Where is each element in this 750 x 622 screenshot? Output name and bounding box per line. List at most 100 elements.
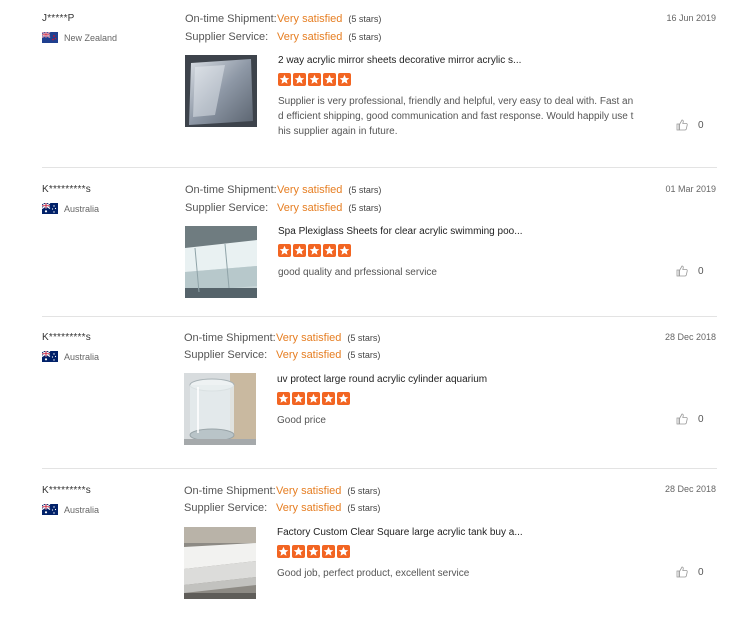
supplier-service-metric: Supplier Service: Very satisfied (5 stars) [185, 31, 381, 43]
metric-value: Very satisfied [277, 13, 343, 25]
product-thumbnail[interactable] [185, 226, 257, 298]
metric-stars: (5 stars) [347, 333, 381, 343]
star-icon [338, 244, 351, 257]
metric-label: Supplier Service: [185, 202, 269, 214]
metric-value: Very satisfied [276, 349, 342, 361]
review-divider [42, 167, 717, 168]
review-date: 01 Mar 2019 [665, 184, 716, 194]
metric-stars: (5 stars) [348, 14, 382, 24]
review-date: 16 Jun 2019 [666, 13, 716, 23]
supplier-service-metric: Supplier Service: Very satisfied (5 stars) [184, 349, 380, 361]
country-label: Australia [64, 203, 100, 214]
star-icon [322, 545, 335, 558]
product-thumbnail[interactable] [184, 373, 256, 445]
metric-label: Supplier Service: [184, 349, 268, 361]
star-icon [292, 545, 305, 558]
supplier-service-metric: Supplier Service: Very satisfied (5 stars) [185, 202, 381, 214]
thumbs-up-icon [676, 566, 688, 578]
product-title-link[interactable]: 2 way acrylic mirror sheets decorative m… [278, 55, 521, 66]
metric-label: On-time Shipment: [185, 184, 277, 196]
metric-value: Very satisfied [277, 184, 343, 196]
metric-label: On-time Shipment: [184, 485, 276, 497]
product-thumbnail[interactable] [184, 527, 256, 599]
review-comment: Supplier is very professional, friendly … [278, 96, 634, 137]
reviewer-country: Australia [42, 351, 99, 362]
country-label: New Zealand [64, 32, 118, 43]
metric-stars: (5 stars) [348, 185, 382, 195]
review-divider [42, 316, 717, 317]
supplier-service-metric: Supplier Service: Very satisfied (5 stars) [184, 502, 380, 514]
star-icon [277, 392, 290, 405]
country-label: Australia [64, 351, 100, 362]
on-time-shipment-metric: On-time Shipment:Very satisfied (5 stars) [184, 485, 380, 497]
review-divider [42, 468, 717, 469]
like-button[interactable]: 0 [676, 265, 704, 277]
on-time-shipment-metric: On-time Shipment:Very satisfied (5 stars) [184, 332, 380, 344]
reviewer-name: J*****P [42, 13, 75, 24]
review-date: 28 Dec 2018 [664, 484, 716, 494]
thumbs-up-icon [676, 265, 688, 277]
star-icon [337, 545, 350, 558]
star-icon [293, 244, 306, 257]
like-button[interactable]: 0 [676, 566, 704, 578]
star-icon [307, 392, 320, 405]
metric-value: Very satisfied [277, 202, 343, 214]
product-title-link[interactable]: Factory Custom Clear Square large acryli… [277, 527, 523, 538]
review-comment: good quality and prfessional service [278, 267, 437, 278]
star-icon [277, 545, 290, 558]
star-icon [307, 545, 320, 558]
on-time-shipment-metric: On-time Shipment:Very satisfied (5 stars) [185, 13, 381, 25]
new-zealand-flag-icon [42, 32, 58, 43]
metric-label: On-time Shipment: [185, 13, 277, 25]
product-thumbnail[interactable] [185, 55, 257, 127]
star-icon [278, 244, 291, 257]
star-icon [322, 392, 335, 405]
metric-label: Supplier Service: [185, 31, 269, 43]
metric-value: Very satisfied [276, 332, 342, 344]
rating-stars [278, 244, 351, 257]
like-count: 0 [698, 413, 704, 425]
review-comment: Good price [277, 415, 326, 426]
star-icon [323, 244, 336, 257]
metric-label: Supplier Service: [184, 502, 268, 514]
star-icon [278, 73, 291, 86]
star-icon [308, 73, 321, 86]
product-title-link[interactable]: uv protect large round acrylic cylinder … [277, 374, 487, 385]
on-time-shipment-metric: On-time Shipment:Very satisfied (5 stars) [185, 184, 381, 196]
star-icon [337, 392, 350, 405]
star-icon [308, 244, 321, 257]
reviewer-name: K*********s [42, 332, 91, 343]
star-icon [323, 73, 336, 86]
like-count: 0 [698, 265, 704, 277]
metric-label: On-time Shipment: [184, 332, 276, 344]
star-icon [338, 73, 351, 86]
star-icon [292, 392, 305, 405]
reviewer-country: New Zealand [42, 32, 117, 43]
product-title-link[interactable]: Spa Plexiglass Sheets for clear acrylic … [278, 226, 523, 237]
like-count: 0 [698, 566, 704, 578]
metric-value: Very satisfied [277, 31, 343, 43]
rating-stars [277, 545, 350, 558]
australia-flag-icon [42, 203, 58, 214]
reviewer-country: Australia [42, 203, 99, 214]
reviewer-name: K*********s [42, 485, 91, 496]
like-count: 0 [698, 119, 704, 131]
metric-stars: (5 stars) [348, 32, 382, 42]
reviewer-country: Australia [42, 504, 99, 515]
thumbs-up-icon [676, 119, 688, 131]
country-label: Australia [64, 504, 100, 515]
metric-stars: (5 stars) [347, 486, 381, 496]
like-button[interactable]: 0 [676, 413, 704, 425]
star-icon [293, 73, 306, 86]
review-date: 28 Dec 2018 [664, 332, 716, 342]
australia-flag-icon [42, 504, 58, 515]
review-comment: Good job, perfect product, excellent ser… [277, 568, 470, 579]
metric-stars: (5 stars) [348, 203, 382, 213]
thumbs-up-icon [676, 413, 688, 425]
metric-stars: (5 stars) [347, 350, 381, 360]
like-button[interactable]: 0 [676, 119, 704, 131]
metric-value: Very satisfied [276, 502, 342, 514]
reviewer-name: K*********s [42, 184, 91, 195]
rating-stars [277, 392, 350, 405]
rating-stars [278, 73, 351, 86]
